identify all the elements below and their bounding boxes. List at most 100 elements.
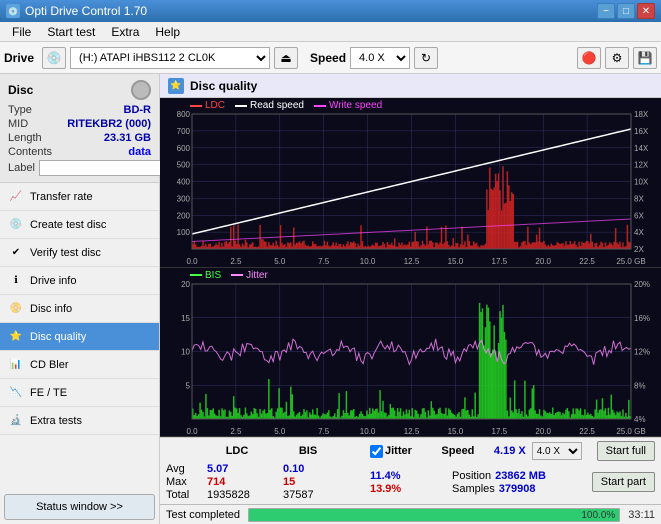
status-text: Test completed: [166, 509, 240, 521]
nav-verify-test-disc[interactable]: ✔ Verify test disc: [0, 239, 159, 267]
disc-contents-row: Contents data: [8, 146, 151, 158]
nav-create-test-disc[interactable]: 💿 Create test disc: [0, 211, 159, 239]
total-bis-value: 37587: [283, 489, 338, 501]
transfer-rate-icon: 📈: [8, 189, 24, 205]
nav-cd-bler[interactable]: 📊 CD Bler: [0, 351, 159, 379]
svg-text:5.0: 5.0: [274, 427, 286, 436]
disc-icon: [131, 80, 151, 100]
svg-text:20%: 20%: [634, 280, 650, 289]
samples-value: 379908: [499, 483, 536, 495]
eject-button[interactable]: ⏏: [274, 47, 298, 69]
svg-text:0.0: 0.0: [186, 257, 198, 266]
ldc-legend-ldc: LDC: [190, 100, 225, 111]
nav-drive-info[interactable]: ℹ Drive info: [0, 267, 159, 295]
speed-col-header: Speed: [428, 445, 488, 457]
max-jitter-value: 13.9%: [370, 483, 430, 495]
svg-text:14X: 14X: [634, 144, 649, 153]
read-speed-legend: Read speed: [235, 100, 304, 111]
quality-header: ⭐ Disc quality: [160, 74, 661, 98]
disc-panel-header: Disc: [8, 80, 151, 100]
nav-disc-quality[interactable]: ⭐ Disc quality: [0, 323, 159, 351]
svg-text:8X: 8X: [634, 194, 644, 203]
svg-text:22.5: 22.5: [579, 257, 595, 266]
save-button[interactable]: 💾: [633, 47, 657, 69]
svg-text:20.0: 20.0: [535, 427, 551, 436]
disc-label-input[interactable]: [39, 160, 177, 176]
svg-text:700: 700: [177, 127, 191, 136]
maximize-button[interactable]: □: [617, 3, 635, 19]
svg-text:5.0: 5.0: [274, 257, 286, 266]
ldc-chart-svg: 80070060050040030020010018X16X14X12X10X8…: [160, 98, 661, 267]
svg-text:15: 15: [181, 313, 190, 322]
nav-fe-te[interactable]: 📉 FE / TE: [0, 379, 159, 407]
speed-select-stats[interactable]: 4.0 X: [532, 442, 582, 460]
svg-text:18X: 18X: [634, 110, 649, 119]
quality-title: Disc quality: [190, 79, 257, 93]
svg-text:100: 100: [177, 228, 191, 237]
disc-panel: Disc Type BD-R MID RITEKBR2 (000) Length…: [0, 74, 159, 183]
ldc-chart: 80070060050040030020010018X16X14X12X10X8…: [160, 98, 661, 268]
bis-chart: 201510520%16%12%8%4%0.02.55.07.510.012.5…: [160, 268, 661, 438]
stats-data-rows: Avg Max Total 5.07 714 1935828 0.10 15 3…: [166, 463, 655, 501]
stats-bar: LDC BIS Jitter Speed 4.19 X 4.0 X Start …: [160, 437, 661, 504]
minimize-button[interactable]: −: [597, 3, 615, 19]
start-full-button[interactable]: Start full: [597, 441, 655, 461]
menu-file[interactable]: File: [4, 23, 39, 41]
nav-transfer-rate-label: Transfer rate: [30, 191, 93, 203]
write-speed-legend-label: Write speed: [329, 100, 382, 111]
svg-text:12.5: 12.5: [404, 257, 420, 266]
main-layout: Disc Type BD-R MID RITEKBR2 (000) Length…: [0, 74, 661, 524]
svg-text:8%: 8%: [634, 381, 646, 390]
jitter-checkbox[interactable]: [370, 445, 383, 458]
disc-label-row: Label 🔍: [8, 160, 151, 176]
menu-start-test[interactable]: Start test: [39, 23, 103, 41]
refresh-button[interactable]: ↻: [414, 47, 438, 69]
speed-select[interactable]: 4.0 X: [350, 47, 410, 69]
svg-text:2.5: 2.5: [230, 257, 242, 266]
jitter-legend-label: Jitter: [246, 270, 268, 281]
svg-text:15.0: 15.0: [448, 257, 464, 266]
svg-text:12X: 12X: [634, 161, 649, 170]
svg-text:0.0: 0.0: [186, 427, 198, 436]
nav-disc-info[interactable]: 📀 Disc info: [0, 295, 159, 323]
svg-text:22.5: 22.5: [579, 427, 595, 436]
read-speed-color-dot: [235, 105, 247, 107]
avg-bis-value: 0.10: [283, 463, 338, 475]
bis-col-header: BIS: [278, 445, 338, 457]
write-speed-color-dot: [314, 105, 326, 107]
nav-verify-test-disc-label: Verify test disc: [30, 247, 101, 259]
create-test-disc-icon: 💿: [8, 217, 24, 233]
nav-transfer-rate[interactable]: 📈 Transfer rate: [0, 183, 159, 211]
start-part-button[interactable]: Start part: [592, 472, 655, 492]
disc-mid-value: RITEKBR2 (000): [67, 118, 151, 130]
progress-text: 100.0%: [581, 509, 615, 522]
menubar: File Start test Extra Help: [0, 22, 661, 42]
svg-text:800: 800: [177, 110, 191, 119]
status-window-button[interactable]: Status window >>: [4, 494, 155, 520]
nav-items: 📈 Transfer rate 💿 Create test disc ✔ Ver…: [0, 183, 159, 490]
bis-color-dot: [190, 274, 202, 276]
disc-label-label: Label: [8, 162, 35, 174]
close-button[interactable]: ✕: [637, 3, 655, 19]
svg-text:4%: 4%: [634, 415, 646, 424]
disc-quality-icon: ⭐: [8, 329, 24, 345]
menu-help[interactable]: Help: [147, 23, 188, 41]
fe-te-icon: 📉: [8, 385, 24, 401]
ldc-legend-label: LDC: [205, 100, 225, 111]
svg-text:5: 5: [186, 381, 191, 390]
svg-text:25.0 GB: 25.0 GB: [616, 257, 645, 266]
ldc-color-dot: [190, 105, 202, 107]
max-label: Max: [166, 476, 201, 488]
bis-legend-bis: BIS: [190, 270, 221, 281]
drive-icon: 💿: [42, 47, 66, 69]
settings-button[interactable]: ⚙: [605, 47, 629, 69]
stats-header-row: LDC BIS Jitter Speed 4.19 X 4.0 X Start …: [166, 441, 655, 461]
svg-text:7.5: 7.5: [318, 257, 330, 266]
burn-button[interactable]: 🔴: [577, 47, 601, 69]
nav-extra-tests[interactable]: 🔬 Extra tests: [0, 407, 159, 435]
menu-extra[interactable]: Extra: [103, 23, 147, 41]
progress-bar: [249, 509, 619, 521]
progress-container: 100.0%: [248, 508, 620, 522]
disc-type-label: Type: [8, 104, 32, 116]
drive-select[interactable]: (H:) ATAPI iHBS112 2 CL0K: [70, 47, 270, 69]
